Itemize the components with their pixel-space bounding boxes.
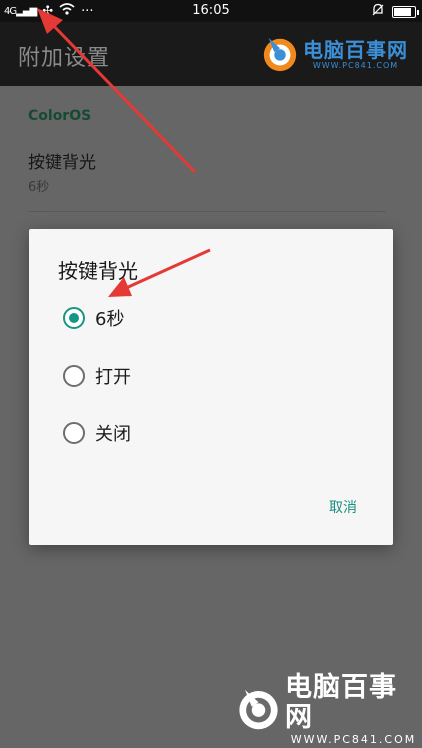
preference-summary: 6秒	[28, 180, 50, 195]
watermark-text-bottom: 电脑百事网 WWW.PC841.COM	[285, 671, 422, 746]
watermark-url: WWW.PC841.COM	[312, 60, 399, 70]
dialog-title: 按键背光	[58, 259, 138, 283]
watermark-url: WWW.PC841.COM	[290, 732, 417, 746]
key-backlight-dialog: 按键背光 6秒 打开 关闭 取消	[29, 229, 393, 545]
cancel-button[interactable]: 取消	[329, 497, 357, 517]
status-time: 16:05	[192, 3, 230, 18]
watermark-logo-top: 电脑百事网 WWW.PC841.COM	[261, 32, 408, 76]
option-6s[interactable]: 6秒	[63, 304, 124, 332]
watermark-text-top: 电脑百事网 WWW.PC841.COM	[303, 39, 408, 70]
divider	[28, 211, 386, 212]
option-off[interactable]: 关闭	[63, 419, 131, 447]
page-title: 附加设置	[18, 46, 111, 71]
option-label: 关闭	[95, 424, 131, 445]
alarm-icon	[372, 3, 384, 20]
app-bar: 附加设置 电脑百事网 WWW.PC841.COM	[0, 22, 422, 86]
brand-logo-icon	[263, 37, 297, 72]
option-label: 6秒	[95, 309, 125, 330]
status-bar: 4G▂▄▆ ✣ ··· 16:05	[0, 0, 422, 22]
option-on[interactable]: 打开	[63, 362, 131, 390]
brand-logo-icon	[239, 689, 278, 730]
watermark-brand: 电脑百事网	[303, 37, 408, 62]
option-label: 打开	[95, 367, 131, 388]
radio-button[interactable]	[63, 365, 85, 387]
preference-title[interactable]: 按键背光	[28, 148, 96, 173]
status-right	[372, 3, 419, 20]
radio-button[interactable]	[63, 422, 85, 444]
section-label: ColorOS	[28, 108, 92, 124]
watermark-logo-bottom: 电脑百事网 WWW.PC841.COM	[236, 672, 422, 746]
battery-fill	[394, 7, 411, 16]
watermark-brand: 电脑百事网	[285, 671, 398, 733]
radio-button[interactable]	[63, 307, 85, 329]
battery-icon	[392, 5, 419, 18]
